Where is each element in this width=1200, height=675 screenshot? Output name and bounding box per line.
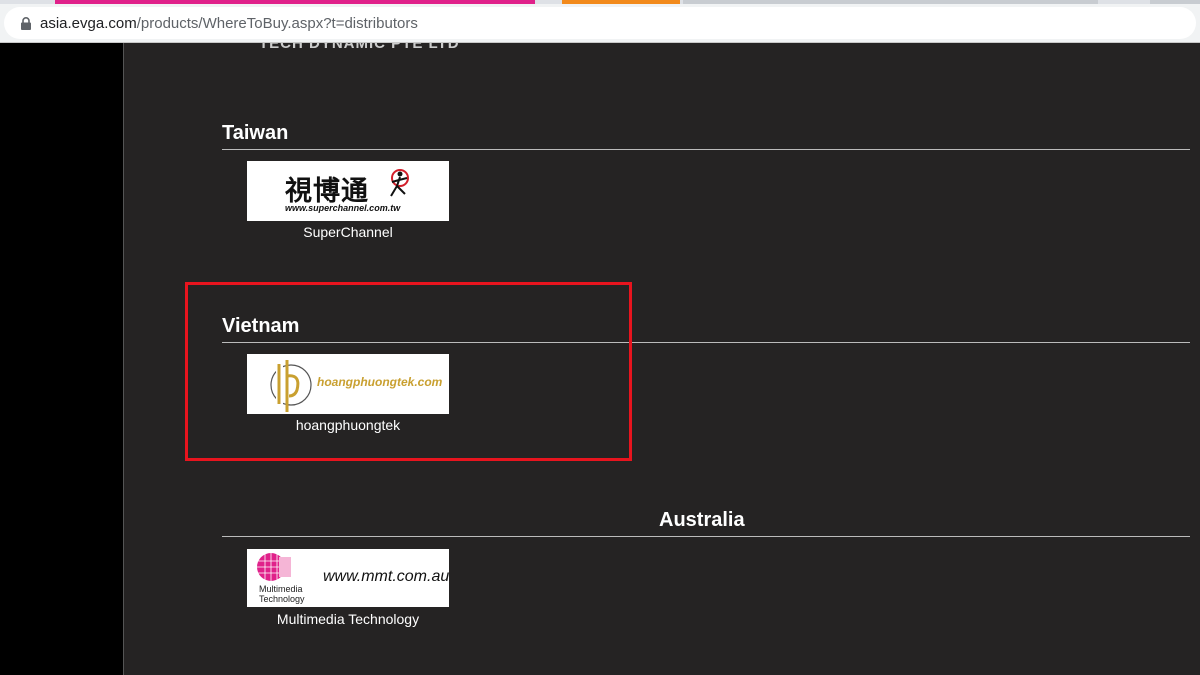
url-host: asia.evga.com — [40, 15, 137, 32]
runner-icon — [390, 169, 409, 197]
mmt-logo-name: Multimedia Technology — [259, 584, 305, 604]
url-field[interactable]: asia.evga.com/products/WhereToBuy.aspx?t… — [4, 7, 1196, 39]
mmt-logo-name-line1: Multimedia — [259, 584, 303, 594]
section-divider — [222, 536, 1190, 537]
superchannel-logo-url: www.superchannel.com.tw — [285, 203, 401, 213]
mmt-sphere-icon — [257, 553, 291, 581]
superchannel-logo[interactable]: 視博通 www.superchannel.com.tw — [247, 161, 449, 221]
distributor-name-multimedia-technology[interactable]: Multimedia Technology — [247, 611, 449, 627]
cutoff-distributor-name: TECH DYNAMIC PTE LTD — [259, 43, 460, 52]
address-bar: asia.evga.com/products/WhereToBuy.aspx?t… — [0, 4, 1200, 42]
mmt-logo-name-line2: Technology — [259, 594, 305, 604]
section-title-australia: Australia — [659, 509, 745, 531]
section-divider — [222, 149, 1190, 150]
highlight-annotation — [185, 282, 632, 461]
left-margin — [0, 43, 123, 675]
url-text[interactable]: asia.evga.com/products/WhereToBuy.aspx?t… — [40, 15, 418, 32]
mmt-logo[interactable]: Multimedia Technology www.mmt.com.au — [247, 549, 449, 607]
url-path: /products/WhereToBuy.aspx?t=distributors — [136, 15, 418, 32]
distributor-name-superchannel[interactable]: SuperChannel — [247, 224, 449, 240]
section-title-taiwan: Taiwan — [222, 122, 289, 144]
mmt-logo-url: www.mmt.com.au — [323, 568, 449, 585]
lock-icon[interactable] — [20, 17, 32, 30]
